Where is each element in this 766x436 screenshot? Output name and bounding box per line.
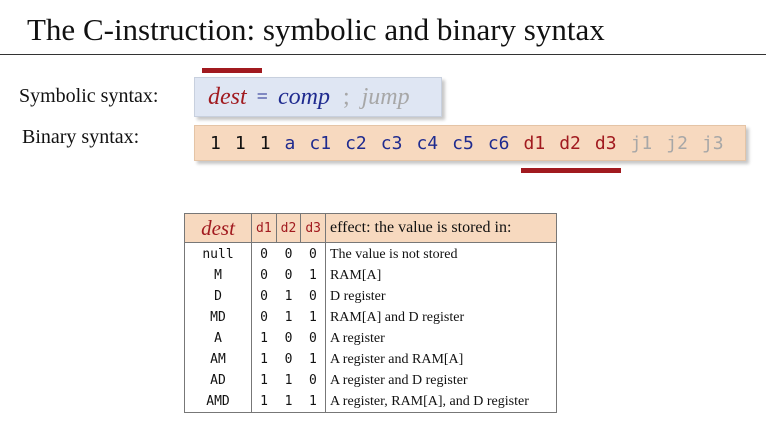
binary-bit: d1 bbox=[523, 132, 546, 154]
header-d1: d1 bbox=[251, 213, 277, 243]
binary-bit: c2 bbox=[345, 132, 367, 154]
row-d1: 0 bbox=[260, 247, 268, 262]
dest-table: dest d1 d2 d3 effect: the value is store… bbox=[184, 213, 557, 413]
row-dest: M bbox=[184, 265, 252, 286]
row-d1: 0 bbox=[260, 268, 268, 283]
d-bits-highlight-mark bbox=[521, 168, 621, 173]
binary-bit: j2 bbox=[666, 132, 688, 154]
binary-bit: j3 bbox=[701, 132, 724, 154]
title-divider bbox=[0, 54, 766, 55]
binary-bit: j1 bbox=[630, 132, 653, 154]
row-dest: A bbox=[184, 328, 252, 349]
header-dest: dest bbox=[184, 213, 252, 243]
row-effect: A register and RAM[A] bbox=[325, 349, 557, 370]
binary-bit: c5 bbox=[452, 132, 474, 154]
row-d1: 1 bbox=[260, 352, 268, 367]
row-d2: 0 bbox=[284, 268, 293, 283]
binary-bit: c4 bbox=[416, 132, 439, 154]
row-dest: AMD bbox=[184, 391, 252, 413]
binary-bit: 1 bbox=[234, 132, 246, 154]
row-d3: 1 bbox=[300, 391, 326, 413]
table-row: AMD 1 1 1 A register, RAM[A], and D register bbox=[184, 391, 557, 413]
row-d1: 1 bbox=[260, 331, 268, 346]
table-row: A100A register bbox=[184, 328, 557, 349]
binary-bit: c6 bbox=[487, 132, 510, 154]
binary-bit: c3 bbox=[380, 132, 403, 154]
row-d2: 1 bbox=[284, 310, 293, 325]
row-dest: AD bbox=[184, 370, 252, 391]
binary-syntax-box: 1 1 1 a c1 c2 c3 c4 c5 c6 d1 d2 d3 j1 j2 j3 bbox=[194, 125, 746, 161]
row-d3: 1 bbox=[300, 307, 326, 328]
row-d1: 1 bbox=[260, 373, 268, 388]
row-effect: A register and D register bbox=[325, 370, 557, 391]
slide-title: The C-instruction: symbolic and binary s… bbox=[27, 12, 605, 47]
symbolic-equals: = bbox=[256, 85, 268, 108]
row-d2: 1 bbox=[284, 289, 293, 304]
row-dest: D bbox=[184, 286, 252, 307]
row-d2: 1 bbox=[284, 373, 293, 388]
table-row: null 0 0 0 The value is not stored bbox=[184, 242, 557, 265]
binary-bit: d3 bbox=[594, 132, 617, 154]
row-d3: 0 bbox=[300, 328, 326, 349]
binary-syntax-label: Binary syntax: bbox=[22, 126, 140, 148]
row-effect: RAM[A] bbox=[325, 265, 557, 286]
table-row: D010D register bbox=[184, 286, 557, 307]
dest-highlight-mark bbox=[202, 68, 262, 73]
symbolic-jump: jump bbox=[361, 83, 410, 110]
row-d1: 1 bbox=[251, 391, 277, 413]
table-row: AD 1 1 0 A register and D register bbox=[184, 370, 557, 391]
symbolic-dest: dest bbox=[208, 83, 247, 110]
table-row: MD 0 1 1 RAM[A] and D register bbox=[184, 307, 557, 328]
row-d3: 1 bbox=[300, 349, 326, 370]
row-d1: 0 bbox=[260, 289, 268, 304]
symbolic-semicolon: ; bbox=[342, 83, 350, 110]
row-effect: A register bbox=[325, 328, 557, 349]
header-d3: d3 bbox=[300, 213, 326, 243]
row-effect: A register, RAM[A], and D register bbox=[325, 391, 557, 413]
row-d3: 0 bbox=[300, 286, 326, 307]
row-d3: 0 bbox=[300, 242, 326, 265]
symbolic-syntax-box: dest = comp ; jump bbox=[194, 77, 442, 117]
symbolic-comp: comp bbox=[277, 83, 330, 110]
symbolic-syntax-label: Symbolic syntax: bbox=[19, 85, 159, 107]
row-effect: The value is not stored bbox=[325, 242, 557, 265]
header-d2: d2 bbox=[275, 213, 302, 243]
binary-bit: c1 bbox=[309, 132, 332, 154]
row-effect: D register bbox=[325, 286, 557, 307]
row-d2: 0 bbox=[284, 352, 293, 367]
table-row: AM 1 0 1 A register and RAM[A] bbox=[184, 349, 557, 370]
row-d2: 0 bbox=[284, 247, 293, 262]
binary-bit: 1 bbox=[210, 132, 221, 154]
table-row: M 0 0 1 RAM[A] bbox=[184, 265, 557, 286]
header-effect: effect: the value is stored in: bbox=[324, 213, 557, 243]
row-effect: RAM[A] and D register bbox=[325, 307, 557, 328]
row-d3: 0 bbox=[300, 370, 326, 391]
binary-bit: 1 bbox=[259, 132, 271, 154]
row-dest: AM bbox=[184, 349, 252, 370]
row-d3: 1 bbox=[300, 265, 326, 286]
dest-table-header: dest d1 d2 d3 effect: the value is store… bbox=[184, 213, 557, 243]
row-dest: null bbox=[184, 242, 252, 265]
binary-bit: a bbox=[284, 132, 296, 154]
row-d1: 0 bbox=[260, 310, 268, 325]
row-dest: MD bbox=[184, 307, 252, 328]
row-d2: 1 bbox=[276, 391, 301, 413]
binary-bit: d2 bbox=[559, 132, 581, 154]
row-d2: 0 bbox=[284, 331, 293, 346]
